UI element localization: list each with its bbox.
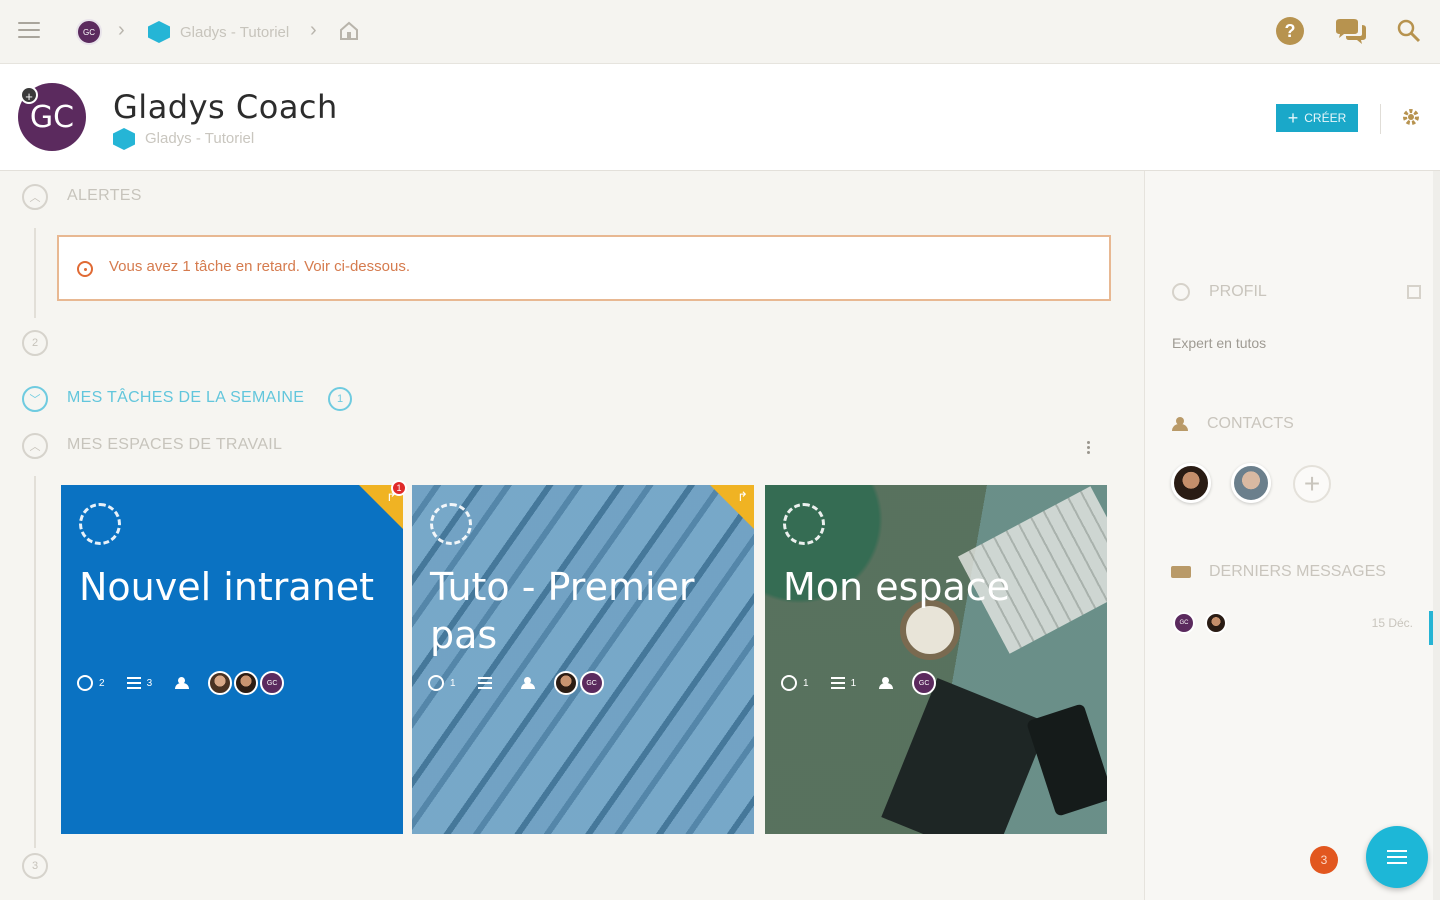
page-title: Gladys Coach — [113, 88, 338, 126]
workspace-status-icon — [430, 503, 472, 545]
search-icon[interactable] — [1396, 18, 1422, 44]
notification-count-badge[interactable]: 3 — [1310, 846, 1338, 874]
alerts-section-label: ALERTES — [67, 187, 142, 204]
list-icon — [830, 677, 845, 689]
plus-icon: + — [1287, 108, 1299, 128]
lists-count: 1 — [850, 677, 857, 689]
home-icon[interactable] — [338, 21, 360, 41]
chevron-right-icon: › — [118, 19, 125, 41]
section-timeline-line — [34, 476, 36, 848]
create-button-label: CRÉER — [1304, 111, 1347, 125]
alerts-count-indicator[interactable]: 2 — [22, 330, 48, 356]
members-icon — [878, 677, 894, 689]
share-arrow-icon: ↱ — [737, 489, 748, 504]
gear-icon[interactable] — [1400, 106, 1422, 128]
workspace-status-icon — [79, 503, 121, 545]
alert-banner[interactable]: Vous avez 1 tâche en retard. Voir ci-des… — [57, 235, 1111, 301]
tasks-circle-icon — [428, 675, 444, 691]
contact-avatar[interactable] — [1231, 463, 1271, 503]
tasks-circle-icon — [781, 675, 797, 691]
workspace-card-title: Mon espace — [783, 565, 1011, 609]
weekly-tasks-section-label[interactable]: MES TÂCHES DE LA SEMAINE — [67, 389, 304, 407]
workspace-card-title: Tuto - Premier pas — [430, 565, 695, 657]
contact-avatar[interactable] — [1171, 463, 1211, 503]
edit-icon[interactable] — [1407, 285, 1421, 299]
add-photo-icon[interactable]: + — [20, 86, 38, 104]
message-row[interactable]: GC 15 Déc. — [1165, 609, 1427, 639]
profile-description: Expert en tutos — [1172, 335, 1267, 351]
workspace-card-nouvel-intranet[interactable]: Nouvel intranet 2 3 GC ↱ — [61, 485, 403, 834]
background-image-notebook — [881, 677, 1049, 834]
sidebar-scrollbar[interactable] — [1433, 171, 1440, 900]
contacts-section-label: CONTACTS — [1207, 415, 1294, 432]
alert-clock-icon — [77, 261, 93, 277]
chevron-right-icon: › — [310, 19, 317, 41]
section-timeline-line — [34, 228, 36, 318]
workspace-card-meta: 1 GC — [428, 671, 604, 695]
alerts-collapse-toggle[interactable]: ︿ — [22, 184, 48, 210]
add-contact-button[interactable]: + — [1293, 465, 1331, 503]
help-question-icon[interactable]: ? — [1276, 17, 1304, 45]
chat-bubbles-icon[interactable] — [1334, 18, 1368, 46]
page-subtitle-link[interactable]: Gladys - Tutoriel — [145, 130, 254, 147]
bottom-count-indicator[interactable]: 3 — [22, 853, 48, 879]
hamburger-menu-icon[interactable] — [18, 22, 40, 40]
members-icon — [174, 677, 190, 689]
contacts-icon — [1171, 417, 1189, 431]
more-options-icon[interactable] — [1082, 439, 1094, 459]
background-image-phone — [1026, 703, 1107, 817]
members-icon — [520, 677, 536, 689]
list-icon — [126, 677, 141, 689]
space-hexagon-icon — [113, 128, 135, 150]
workspaces-section-label: MES ESPACES DE TRAVAIL — [67, 436, 283, 453]
space-hexagon-icon — [148, 21, 170, 43]
breadcrumb-space-link[interactable]: Gladys - Tutoriel — [180, 24, 289, 41]
messages-icon — [1171, 566, 1191, 578]
workspace-card-mon-espace[interactable]: Mon espace 1 1 GC — [765, 485, 1107, 834]
weekly-tasks-count[interactable]: 1 — [328, 387, 352, 411]
card-notification-badge[interactable]: 1 — [391, 480, 407, 496]
messages-section-label: DERNIERS MESSAGES — [1209, 563, 1386, 580]
workspace-card-meta: 1 1 GC — [781, 671, 937, 695]
profile-section-label: PROFIL — [1209, 283, 1267, 300]
floating-menu-button[interactable] — [1366, 826, 1428, 888]
workspace-card-meta: 2 3 GC — [77, 671, 285, 695]
tasks-expand-toggle[interactable]: ﹀ — [22, 386, 48, 412]
create-button[interactable]: + CRÉER — [1276, 104, 1358, 132]
member-avatar[interactable] — [234, 671, 259, 695]
info-icon — [1172, 283, 1190, 301]
page-header: GC + Gladys Coach Gladys - Tutoriel + CR… — [0, 64, 1440, 171]
top-bar: GC › Gladys - Tutoriel › ? — [0, 0, 1440, 64]
lists-count: 3 — [146, 677, 153, 689]
alert-message: Vous avez 1 tâche en retard. Voir ci-des… — [109, 258, 411, 275]
message-date: 15 Déc. — [1371, 616, 1413, 630]
workspace-status-icon — [783, 503, 825, 545]
divider — [1380, 104, 1381, 134]
workspaces-collapse-toggle[interactable]: ︿ — [22, 433, 48, 459]
tasks-circle-icon — [77, 675, 93, 691]
list-icon — [477, 677, 492, 689]
right-sidebar: PROFIL Expert en tutos CONTACTS + DERNIE… — [1144, 171, 1440, 900]
message-avatar — [1205, 612, 1227, 634]
workspace-card-title: Nouvel intranet — [79, 565, 375, 609]
workspace-card-tuto-premier-pas[interactable]: Tuto - Premier pas 1 GC ↱ — [412, 485, 754, 834]
tasks-count: 1 — [450, 677, 456, 689]
member-avatar[interactable]: GC — [260, 671, 285, 695]
member-avatar[interactable] — [553, 671, 578, 695]
member-avatar[interactable] — [208, 671, 233, 695]
message-avatar: GC — [1173, 612, 1195, 634]
member-avatar[interactable]: GC — [912, 671, 937, 695]
tasks-count: 1 — [803, 677, 809, 689]
member-avatar[interactable]: GC — [579, 671, 604, 695]
tasks-count: 2 — [99, 677, 105, 689]
breadcrumb-user-avatar[interactable]: GC — [76, 19, 102, 45]
